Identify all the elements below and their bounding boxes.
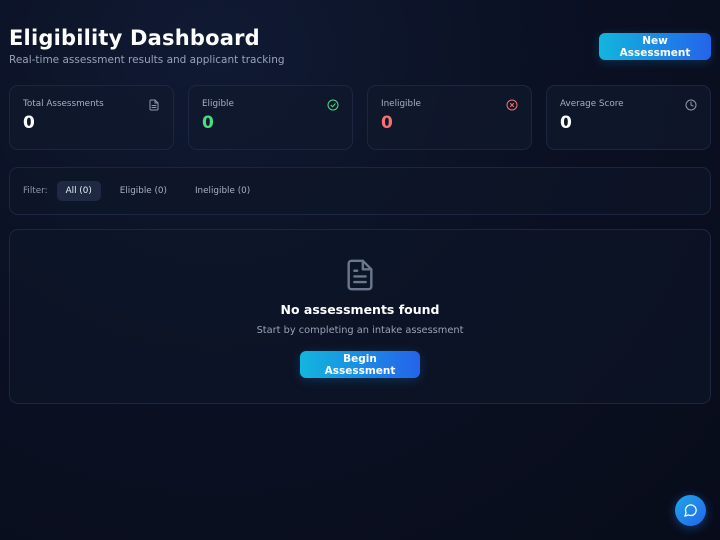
stat-label: Ineligible [381,99,421,109]
stat-card-average-score: Average Score 0 [546,85,711,150]
page-header: Eligibility Dashboard Real-time assessme… [9,25,711,66]
empty-state-panel: No assessments found Start by completing… [9,229,711,404]
stat-label: Average Score [560,99,624,109]
chat-button[interactable] [675,495,706,526]
clock-icon [685,99,697,111]
chat-bubble-icon [684,504,697,517]
document-icon [149,99,159,111]
new-assessment-button[interactable]: New Assessment [599,33,711,60]
filter-label: Filter: [23,186,48,196]
filter-bar: Filter: All (0) Eligible (0) Ineligible … [9,167,711,215]
stat-value: 0 [381,113,393,133]
check-circle-icon [327,99,339,111]
page-title: Eligibility Dashboard [9,26,260,50]
filter-chip-eligible[interactable]: Eligible (0) [111,181,176,201]
stat-card-ineligible: Ineligible 0 [367,85,532,150]
stat-value: 0 [23,113,35,133]
document-icon [347,259,373,291]
filter-chip-ineligible[interactable]: Ineligible (0) [186,181,259,201]
filter-chip-all[interactable]: All (0) [56,181,101,201]
empty-state-subtitle: Start by completing an intake assessment [256,325,464,336]
stats-row: Total Assessments 0 Eligible 0 Ineligibl… [9,85,711,150]
empty-state-title: No assessments found [280,302,440,317]
stat-card-eligible: Eligible 0 [188,85,353,150]
header-text: Eligibility Dashboard Real-time assessme… [9,25,285,66]
page-subtitle: Real-time assessment results and applica… [9,54,285,66]
x-circle-icon [506,99,518,111]
stat-label: Total Assessments [23,99,104,109]
stat-card-total: Total Assessments 0 [9,85,174,150]
stat-value: 0 [202,113,214,133]
stat-label: Eligible [202,99,234,109]
begin-assessment-button[interactable]: Begin Assessment [300,351,420,378]
stat-value: 0 [560,113,572,133]
